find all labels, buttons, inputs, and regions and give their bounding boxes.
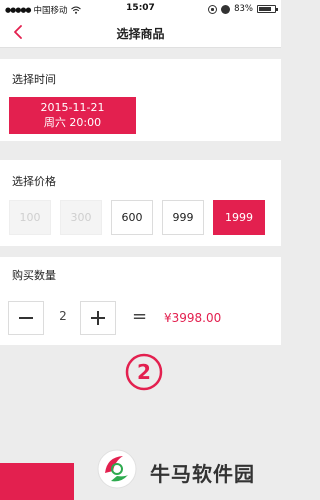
time-text: 周六 20:00 [43,116,102,129]
battery-icon [257,5,278,13]
price-option-100[interactable]: 100 [9,200,51,235]
status-bar-right: 83% [208,4,278,14]
price-option-600[interactable]: 600 [111,200,153,235]
selected-date-option[interactable]: 2015-11-21 周六 20:00 [9,97,136,134]
equals-sign: = [132,306,148,327]
step-marker-number: 2 [137,360,151,384]
price-section: 选择价格 100 300 600 999 1999 [0,160,281,246]
time-section: 选择时间 2015-11-21 周六 20:00 [0,59,281,141]
quantity-section-title: 购买数量 [12,269,56,282]
decrease-quantity-button[interactable] [8,301,44,335]
bottom-action-bar[interactable] [0,463,74,500]
step-number-marker: 2 [125,353,163,391]
price-section-title: 选择价格 [12,175,56,188]
total-price: ¥3998.00 [164,311,222,325]
battery-percent: 83% [234,4,253,14]
orientation-lock-icon [208,4,218,14]
date-text: 2015-11-21 [40,101,105,114]
navigation-bar: 选择商品 [0,17,281,48]
watermark-logo [97,449,137,489]
status-bar: ●●●●● 中国移动 15:07 83% [0,0,281,17]
price-option-300[interactable]: 300 [60,200,102,235]
alarm-icon [221,4,231,14]
quantity-value: 2 [59,309,67,323]
price-option-999[interactable]: 999 [162,200,204,235]
increase-quantity-button[interactable] [80,301,116,335]
time-section-title: 选择时间 [12,73,56,86]
quantity-section: 购买数量 2 = ¥3998.00 [0,257,281,345]
watermark-text: 牛马软件园 [150,462,255,486]
battery-fill [259,7,271,11]
page-title: 选择商品 [116,27,165,41]
price-option-1999[interactable]: 1999 [213,200,265,235]
